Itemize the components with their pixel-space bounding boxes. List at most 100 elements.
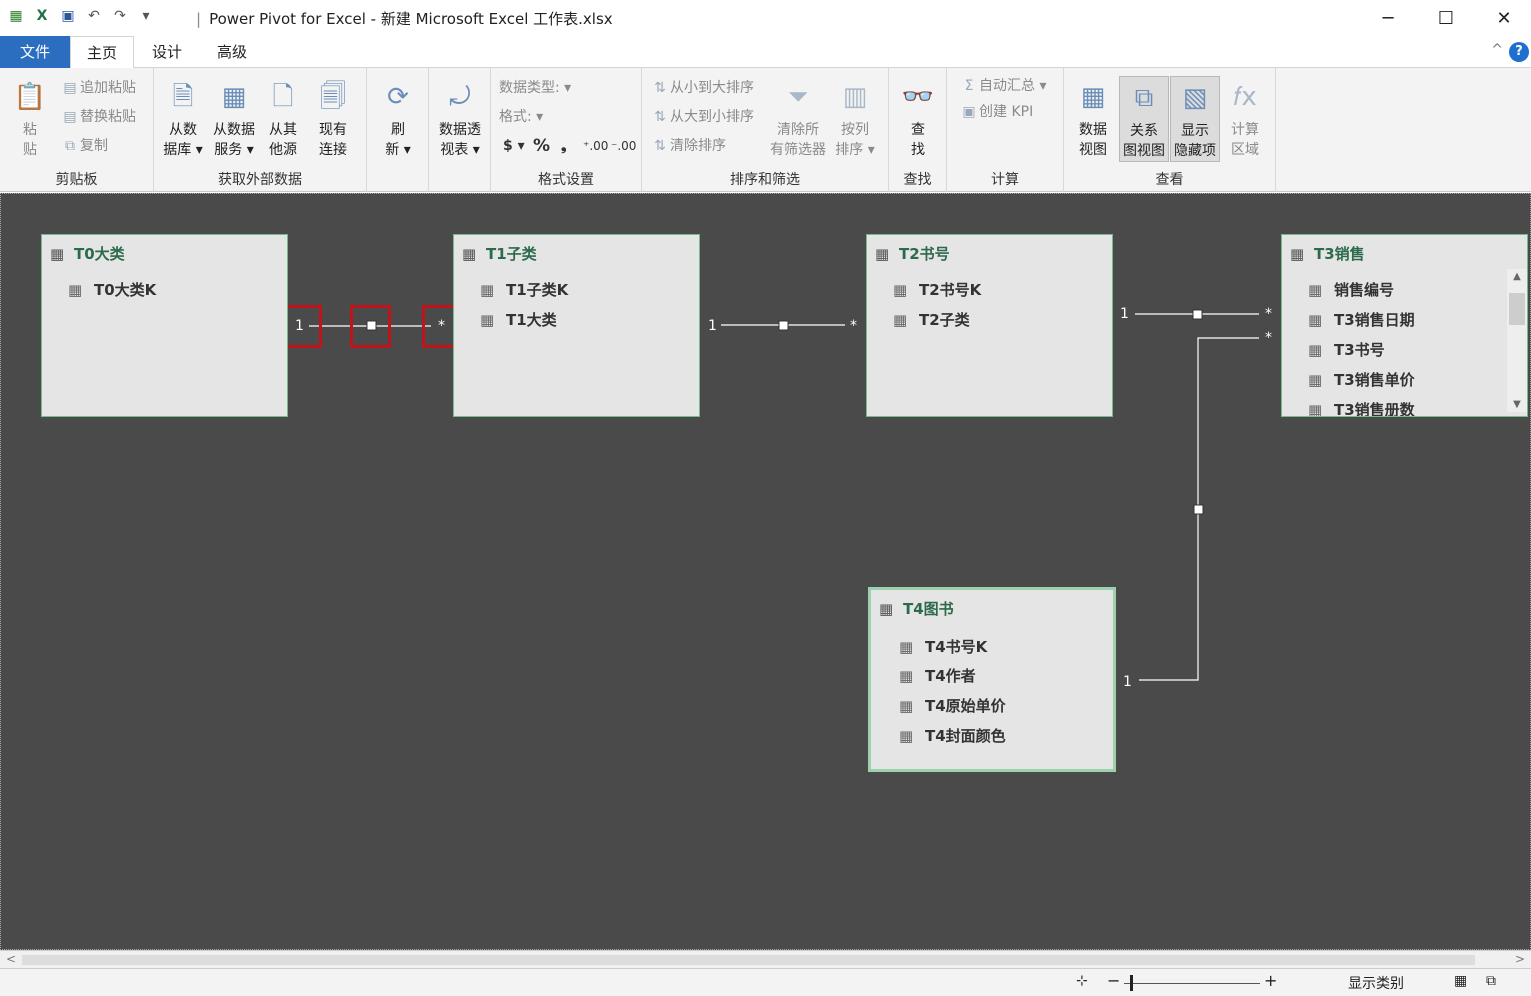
- redo-icon[interactable]: ↷: [110, 6, 130, 26]
- table-title: ▦ T1子类: [462, 243, 537, 264]
- clear-filters-button[interactable]: ⏷ 清除所 有筛选器: [766, 76, 830, 160]
- show-category-button[interactable]: 显示类别: [1348, 973, 1404, 993]
- column-item[interactable]: ▦ T4原始单价: [899, 695, 1006, 716]
- calculation-area-button[interactable]: 𝑓x 计算 区域: [1222, 76, 1268, 160]
- show-hidden-button[interactable]: ▧ 显示 隐藏项: [1170, 76, 1220, 162]
- format-dropdown[interactable]: 格式: ▾: [499, 107, 543, 127]
- data-view-icon: ▦: [1080, 82, 1106, 112]
- from-database-button[interactable]: 🗎 从数 据库 ▾: [160, 76, 206, 160]
- decrease-decimal-button[interactable]: ⁻.00: [611, 136, 636, 156]
- comma-button[interactable]: ❟: [561, 136, 567, 156]
- from-service-label: 从数据 服务 ▾: [213, 122, 255, 158]
- scroll-thumb[interactable]: [22, 955, 1475, 965]
- tab-file[interactable]: 文件: [0, 36, 70, 68]
- currency-button[interactable]: $ ▾: [503, 136, 525, 156]
- clear-sort-button[interactable]: ⇅ 清除排序: [650, 136, 726, 156]
- scroll-up-icon[interactable]: ▲: [1507, 271, 1527, 282]
- create-kpi-button[interactable]: ▣ 创建 KPI: [959, 102, 1033, 122]
- table-card-t4[interactable]: ▦ T4图书 ▦ T4书号K ▦ T4作者 ▦ T4原始单价 ▦ T4封面颜色: [868, 587, 1116, 772]
- grid-view-icon[interactable]: ▦: [1454, 973, 1467, 989]
- zoom-slider-thumb[interactable]: [1130, 975, 1133, 991]
- zoom-out-button[interactable]: −: [1107, 971, 1120, 990]
- fit-to-screen-icon[interactable]: ⊹: [1076, 973, 1088, 989]
- column-item[interactable]: ▦ T3销售单价: [1308, 369, 1415, 390]
- autosum-button[interactable]: Σ 自动汇总 ▾: [959, 76, 1047, 96]
- column-item[interactable]: ▦ T2子类: [893, 309, 970, 330]
- table-card-t0[interactable]: ▦ T0大类 ▦ T0大类K: [41, 234, 288, 417]
- column-item[interactable]: ▦ T3销售册数: [1308, 399, 1415, 417]
- existing-connections-button[interactable]: 🗐 现有 连接: [310, 76, 356, 160]
- customize-qat-icon[interactable]: ▾: [136, 6, 156, 26]
- from-service-button[interactable]: ▦ 从数据 服务 ▾: [208, 76, 260, 160]
- status-bar: ⊹ − + 显示类别 ▦ ⧉: [0, 968, 1531, 996]
- undo-icon[interactable]: ↶: [84, 6, 104, 26]
- diagram-view-icon: ⧉: [1134, 83, 1154, 113]
- from-other-label: 从其 他源: [269, 122, 297, 158]
- diagram-view-icon[interactable]: ⧉: [1486, 973, 1496, 989]
- excel-icon[interactable]: X: [32, 6, 52, 26]
- from-other-sources-button[interactable]: 🗋 从其 他源: [260, 76, 306, 160]
- find-label: 查 找: [911, 122, 925, 158]
- scroll-down-icon[interactable]: ▼: [1507, 399, 1527, 410]
- copy-button[interactable]: ⧉ 复制: [60, 136, 108, 156]
- table-card-t1[interactable]: ▦ T1子类 ▦ T1子类K ▦ T1大类: [453, 234, 700, 417]
- copy-label: 复制: [80, 138, 108, 154]
- sort-ascending-icon: ⇅: [654, 80, 666, 96]
- data-view-button[interactable]: ▦ 数据 视图: [1070, 76, 1116, 160]
- scroll-left-icon[interactable]: <: [6, 952, 16, 966]
- tab-advanced[interactable]: 高级: [200, 36, 264, 68]
- table-card-t3[interactable]: ▦ T3销售 ▦ 销售编号 ▦ T3销售日期 ▦ T3书号 ▦ T3销售单价 ▦ T3销售册…: [1281, 234, 1528, 417]
- help-icon[interactable]: ?: [1509, 42, 1529, 62]
- tab-design[interactable]: 设计: [134, 36, 200, 68]
- column-item[interactable]: ▦ T4封面颜色: [899, 725, 1006, 746]
- replace-paste-button[interactable]: ▤ 替换粘贴: [60, 107, 136, 127]
- close-button[interactable]: ✕: [1475, 0, 1531, 36]
- percent-button[interactable]: %: [533, 136, 550, 156]
- sort-by-column-icon: ▥: [842, 82, 868, 112]
- zoom-in-button[interactable]: +: [1264, 971, 1277, 990]
- column-name: T4作者: [925, 667, 976, 685]
- column-item[interactable]: ▦ T3书号: [1308, 339, 1385, 360]
- diagram-canvas[interactable]: 1 * 1 * 1 * * 1 ▦ T0大类 ▦ T0大类K ▦ T1子类 ▦ T1子类…: [0, 193, 1531, 950]
- column-item[interactable]: ▦ 销售编号: [1308, 279, 1394, 300]
- column-icon: ▦: [480, 281, 495, 299]
- scroll-thumb[interactable]: [1509, 293, 1525, 325]
- minimize-button[interactable]: ─: [1359, 0, 1417, 36]
- column-item[interactable]: ▦ T0大类K: [68, 279, 156, 300]
- append-paste-button[interactable]: ▤ 追加粘贴: [60, 78, 136, 98]
- column-item[interactable]: ▦ T1大类: [480, 309, 557, 330]
- sort-ascending-label: 从小到大排序: [670, 80, 754, 96]
- tab-home[interactable]: 主页: [70, 36, 134, 69]
- maximize-button[interactable]: ☐: [1417, 0, 1475, 36]
- find-button[interactable]: 👓 查 找: [895, 76, 941, 160]
- sort-by-column-button[interactable]: ▥ 按列 排序 ▾: [832, 76, 878, 160]
- sort-descending-button[interactable]: ⇅ 从大到小排序: [650, 107, 754, 127]
- table-name: T3销售: [1314, 245, 1365, 263]
- increase-decimal-button[interactable]: ⁺.00: [583, 136, 608, 156]
- column-item[interactable]: ▦ T2书号K: [893, 279, 981, 300]
- horizontal-scrollbar[interactable]: < >: [0, 950, 1531, 968]
- database-icon: 🗎: [172, 82, 194, 112]
- column-item[interactable]: ▦ T1子类K: [480, 279, 568, 300]
- column-name: T3销售册数: [1334, 401, 1415, 417]
- table-scrollbar[interactable]: ▲ ▼: [1507, 269, 1527, 412]
- column-item[interactable]: ▦ T3销售日期: [1308, 309, 1415, 330]
- sort-ascending-button[interactable]: ⇅ 从小到大排序: [650, 78, 754, 98]
- refresh-button[interactable]: ⟳ 刷 新 ▾: [375, 76, 421, 160]
- save-icon[interactable]: ▣: [58, 6, 78, 26]
- zoom-slider[interactable]: [1124, 983, 1260, 984]
- paste-label: 粘 贴: [23, 122, 37, 158]
- pivot-table-button[interactable]: ⤾ 数据透 视表 ▾: [433, 76, 487, 160]
- highlight-box-arrow: [350, 305, 391, 348]
- data-type-dropdown[interactable]: 数据类型: ▾: [499, 78, 571, 98]
- column-item[interactable]: ▦ T4作者: [899, 665, 976, 686]
- pivot-table-icon: ⤾: [449, 82, 471, 112]
- collapse-ribbon-icon[interactable]: ^: [1491, 42, 1503, 58]
- kpi-icon: ▣: [962, 104, 976, 120]
- title-bar: ▦ X ▣ ↶ ↷ ▾ Power Pivot for Excel - 新建 M…: [0, 0, 1531, 36]
- column-item[interactable]: ▦ T4书号K: [899, 636, 987, 657]
- diagram-view-button[interactable]: ⧉ 关系 图视图: [1119, 76, 1169, 162]
- table-card-t2[interactable]: ▦ T2书号 ▦ T2书号K ▦ T2子类: [866, 234, 1113, 417]
- scroll-right-icon[interactable]: >: [1515, 952, 1525, 966]
- paste-button[interactable]: 📋 粘 贴: [8, 76, 52, 160]
